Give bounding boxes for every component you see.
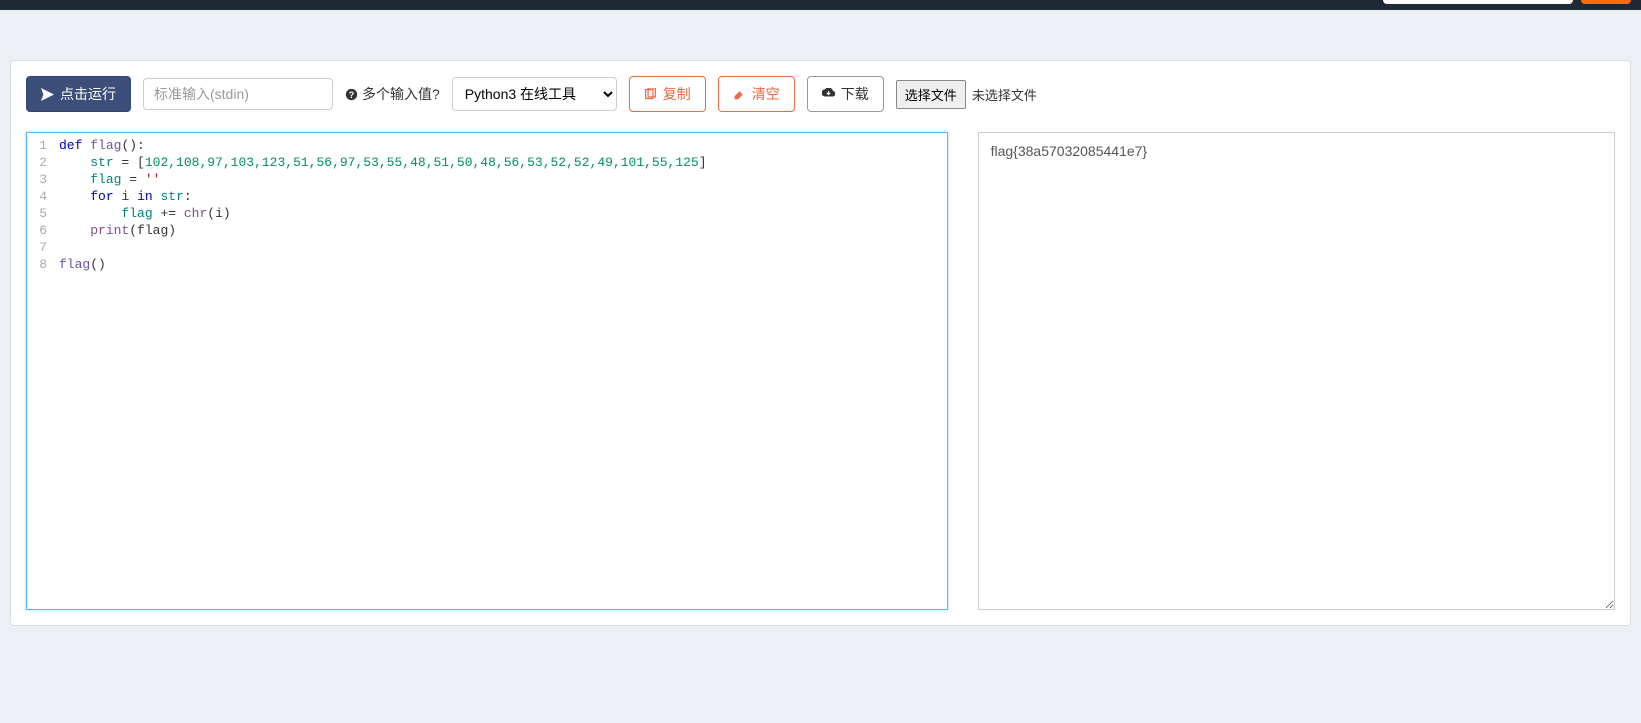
main-panel: 点击运行 ? 多个输入值? Python3 在线工具 复制 清空 下载	[10, 60, 1631, 626]
file-choose-status: 未选择文件	[972, 85, 1037, 104]
line-number-gutter: 1 2 3 4 5 6 7 8	[27, 133, 53, 609]
file-chooser[interactable]: 选择文件 未选择文件	[896, 80, 1037, 109]
question-circle-icon: ?	[345, 88, 358, 101]
clear-button-label: 清空	[752, 84, 780, 104]
code-editor[interactable]: 1 2 3 4 5 6 7 8 def flag(): str = [102,1…	[26, 132, 948, 610]
stdin-input[interactable]	[143, 78, 333, 110]
toolbar: 点击运行 ? 多个输入值? Python3 在线工具 复制 清空 下载	[26, 76, 1615, 112]
output-panel[interactable]: flag{38a57032085441e7}	[978, 132, 1615, 610]
download-button-label: 下载	[841, 84, 869, 104]
copy-icon	[644, 88, 657, 101]
download-button[interactable]: 下载	[807, 76, 884, 112]
file-choose-button[interactable]: 选择文件	[896, 80, 966, 109]
top-navbar	[0, 0, 1641, 10]
copy-button[interactable]: 复制	[629, 76, 706, 112]
nav-search-button[interactable]	[1581, 0, 1631, 4]
copy-button-label: 复制	[663, 84, 691, 104]
code-content[interactable]: def flag(): str = [102,108,97,103,123,51…	[53, 133, 947, 609]
eraser-icon	[733, 88, 746, 101]
clear-button[interactable]: 清空	[718, 76, 795, 112]
run-button-label: 点击运行	[60, 84, 116, 104]
output-text: flag{38a57032085441e7}	[991, 143, 1148, 159]
multi-input-help[interactable]: ? 多个输入值?	[345, 84, 440, 104]
language-select[interactable]: Python3 在线工具	[452, 77, 617, 111]
multi-input-label: 多个输入值?	[362, 84, 440, 104]
paper-plane-icon	[41, 88, 54, 101]
nav-search-input[interactable]	[1383, 0, 1573, 4]
cloud-download-icon	[822, 88, 835, 101]
run-button[interactable]: 点击运行	[26, 76, 131, 112]
svg-text:?: ?	[349, 89, 354, 99]
